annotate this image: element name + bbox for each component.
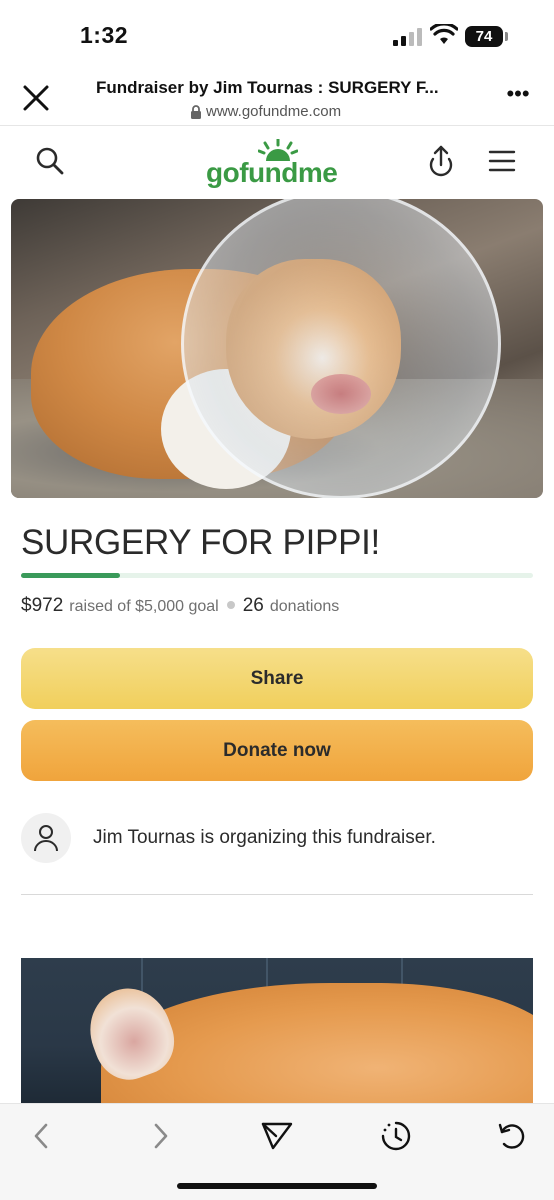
separator-dot [226, 601, 235, 609]
search-icon[interactable] [34, 145, 66, 177]
hamburger-menu-icon[interactable] [488, 149, 516, 173]
campaign-hero-image[interactable] [11, 199, 543, 498]
lock-icon [191, 104, 201, 119]
raised-of-goal: raised of $5,000 goal [69, 598, 219, 615]
campaign-photo[interactable] [21, 958, 533, 1103]
history-button[interactable] [376, 1116, 416, 1156]
donate-now-button[interactable]: Donate now [21, 720, 533, 781]
campaign-title: SURGERY FOR PIPPI! [21, 523, 380, 562]
send-button[interactable] [257, 1116, 297, 1156]
progress-bar [21, 573, 533, 578]
divider [21, 894, 533, 895]
back-icon [34, 1123, 48, 1149]
donations-label: donations [269, 598, 340, 615]
forward-icon [154, 1123, 168, 1149]
amount-raised: $972 [21, 595, 64, 616]
send-icon [261, 1122, 293, 1150]
status-time: 1:32 [80, 22, 129, 48]
status-bar: 1:32 74 [0, 0, 554, 70]
raised-summary: $972 raised of $5,000 goal 26 donations [21, 595, 339, 617]
reload-icon [498, 1123, 525, 1149]
close-icon[interactable] [20, 82, 52, 114]
organizer-text: Jim Tournas is organizing this fundraise… [93, 827, 436, 848]
user-icon [34, 825, 58, 852]
url-display[interactable]: www.gofundme.com [190, 103, 341, 120]
hero-cone-collar [181, 199, 501, 498]
browser-header: Fundraiser by Jim Tournas : SURGERY F...… [0, 70, 554, 126]
history-icon [381, 1121, 411, 1151]
cellular-signal-icon [393, 28, 422, 46]
home-indicator [177, 1183, 377, 1189]
forward-button[interactable] [140, 1116, 180, 1156]
back-button[interactable] [22, 1116, 62, 1156]
avatar [21, 813, 71, 863]
url-text: www.gofundme.com [206, 103, 342, 120]
organizer-row[interactable]: Jim Tournas is organizing this fundraise… [21, 812, 533, 864]
more-options-button[interactable]: ••• [505, 83, 531, 110]
share-icon[interactable] [425, 145, 457, 179]
browser-page-title: Fundraiser by Jim Tournas : SURGERY F... [96, 78, 439, 97]
site-header: gofundme [0, 127, 554, 199]
share-button[interactable]: Share [21, 648, 533, 709]
progress-bar-fill [21, 573, 121, 578]
wifi-icon [430, 24, 458, 44]
reload-button[interactable] [492, 1116, 532, 1156]
battery-tip [505, 32, 508, 41]
gofundme-logo[interactable]: gofundme [206, 157, 338, 189]
battery-icon: 74 [465, 26, 503, 47]
donation-count: 26 [242, 595, 264, 616]
